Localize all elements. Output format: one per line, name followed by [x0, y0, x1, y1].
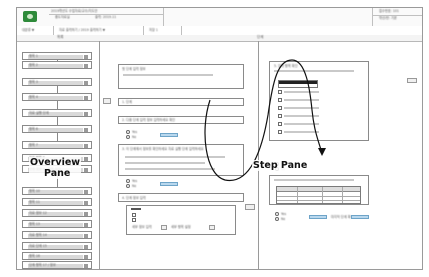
select-box[interactable] [161, 225, 167, 230]
option-checkbox[interactable] [278, 130, 282, 134]
overview-label-line-1: Overview [30, 157, 81, 168]
input-field[interactable] [160, 182, 178, 186]
list-item[interactable]: 항목 10 [22, 187, 92, 195]
step-card: 4. 단계 정보 입력 [118, 193, 244, 202]
option-checkbox[interactable] [278, 98, 282, 102]
option-checkbox[interactable] [132, 218, 136, 222]
list-item[interactable]: 항목 7 [22, 141, 92, 149]
logo-icon [23, 11, 37, 22]
option-checkbox[interactable] [278, 90, 282, 94]
step-pane-right: 5. 입력 항목 확인 Yes No 마지막 단계 확 [259, 41, 422, 270]
no-label: No [132, 135, 137, 139]
nested-card: 세부 정보 입력 세부 항목 설정 [126, 205, 236, 235]
list-item[interactable]: 자료 항목 14 [22, 231, 92, 239]
step-card: 2. 다음 단계 입력 정보 입력하세요 확인 [118, 116, 244, 124]
side-button[interactable] [407, 78, 417, 83]
yes-radio[interactable] [126, 179, 130, 183]
yes-radio[interactable] [275, 212, 279, 216]
data-table [276, 186, 361, 204]
row-label: 세부 정보 입력 [132, 225, 152, 229]
step-text: 4. 단계 정보 입력 [122, 196, 146, 200]
step-text: 첫 단계 입력 정보 [122, 67, 146, 71]
option-checkbox[interactable] [278, 114, 282, 118]
option-checkbox[interactable] [278, 106, 282, 110]
list-item[interactable]: 항목 3 [22, 78, 92, 86]
list-item[interactable]: 자료 정보 12 [22, 209, 92, 217]
side-button[interactable] [245, 204, 255, 210]
row-label: 마지막 단계 확인 [331, 215, 351, 219]
title-line-1: 2019학년도 수업자료/교수/지도안 [51, 9, 98, 13]
step-pane-label: Step Pane [252, 160, 309, 171]
list-item[interactable]: 자료 실행 단계 [22, 109, 92, 117]
list-item[interactable]: 항목 13 [22, 220, 92, 228]
yes-label: Yes [132, 179, 138, 183]
title-line-2: 중도자료실 [55, 15, 70, 19]
step-text: 3. 이 단계에서 정보를 확인하세요 자료 실행 단계 입력하세요 [122, 147, 204, 151]
select-box[interactable] [209, 225, 215, 230]
list-item[interactable]: 항목 4 [22, 93, 92, 101]
input-field[interactable] [160, 133, 178, 137]
input-field[interactable] [309, 215, 327, 219]
right-label-2: 학년/반: 기본 [379, 16, 397, 20]
no-radio[interactable] [126, 135, 130, 139]
no-radio[interactable] [275, 217, 279, 221]
overview-pane-label: Overview Pane [29, 157, 82, 179]
step-text: 2. 다음 단계 입력 정보 입력하세요 확인 [122, 118, 176, 122]
overview-pane: 항목 1 항목 2 항목 3 항목 4 자료 실행 단계 항목 6 항목 7 자… [17, 41, 100, 270]
step-card [269, 175, 369, 205]
step-card: 5. 입력 항목 확인 [269, 61, 369, 141]
step-text: 1. 단계 [122, 100, 132, 104]
input-field[interactable] [351, 215, 369, 219]
option-checkbox[interactable] [132, 213, 136, 217]
step-card: 첫 단계 입력 정보 [118, 64, 244, 89]
yes-radio[interactable] [126, 130, 130, 134]
list-item[interactable]: 항목 2 [22, 61, 92, 69]
category-select[interactable]: 대분류 ▼ [22, 28, 52, 32]
list-item[interactable]: 단계 항목 17 / 정보 [22, 261, 92, 269]
option-checkbox[interactable] [278, 122, 282, 126]
list-item[interactable]: 항목 16 [22, 252, 92, 260]
list-item[interactable]: 항목 11 [22, 198, 92, 206]
step-card: 3. 이 단계에서 정보를 확인하세요 자료 실행 단계 입력하세요 [118, 144, 244, 176]
document-select[interactable]: 자료 출력하기 / 2019 출력하기 ▼ [59, 28, 139, 32]
overview-column-title: 목록 [57, 35, 64, 39]
no-label: No [281, 217, 286, 221]
list-item[interactable]: 자료 단계 15 [22, 242, 92, 250]
step-pane-middle: 첫 단계 입력 정보 1. 단계 2. 다음 단계 입력 정보 입력하세요 확인… [100, 41, 259, 270]
row-label: 세부 항목 설정 [171, 225, 191, 229]
step-marker[interactable] [103, 98, 111, 104]
yes-label: Yes [281, 212, 287, 216]
no-radio[interactable] [126, 184, 130, 188]
detail-table [278, 80, 318, 88]
list-item[interactable]: 항목 6 [22, 125, 92, 133]
step-card: 1. 단계 [118, 98, 244, 106]
list-item[interactable]: 항목 1 [22, 52, 92, 60]
save-tab[interactable]: 저장 1 [149, 28, 179, 32]
title-line-3: 출력: 2019.11 [95, 15, 117, 19]
yes-label: Yes [132, 130, 138, 134]
step-column-title: 단계 [257, 35, 264, 39]
no-label: No [132, 184, 137, 188]
application-window: 2019학년도 수업자료/교수/지도안 중도자료실 출력: 2019.11 접수… [16, 7, 423, 270]
overview-label-line-2: Pane [44, 168, 71, 179]
right-label-1: 접수번호: 101 [379, 9, 399, 13]
title-bar: 2019학년도 수업자료/교수/지도안 중도자료실 출력: 2019.11 접수… [17, 8, 422, 27]
step-text: 5. 입력 항목 확인 [274, 64, 298, 68]
